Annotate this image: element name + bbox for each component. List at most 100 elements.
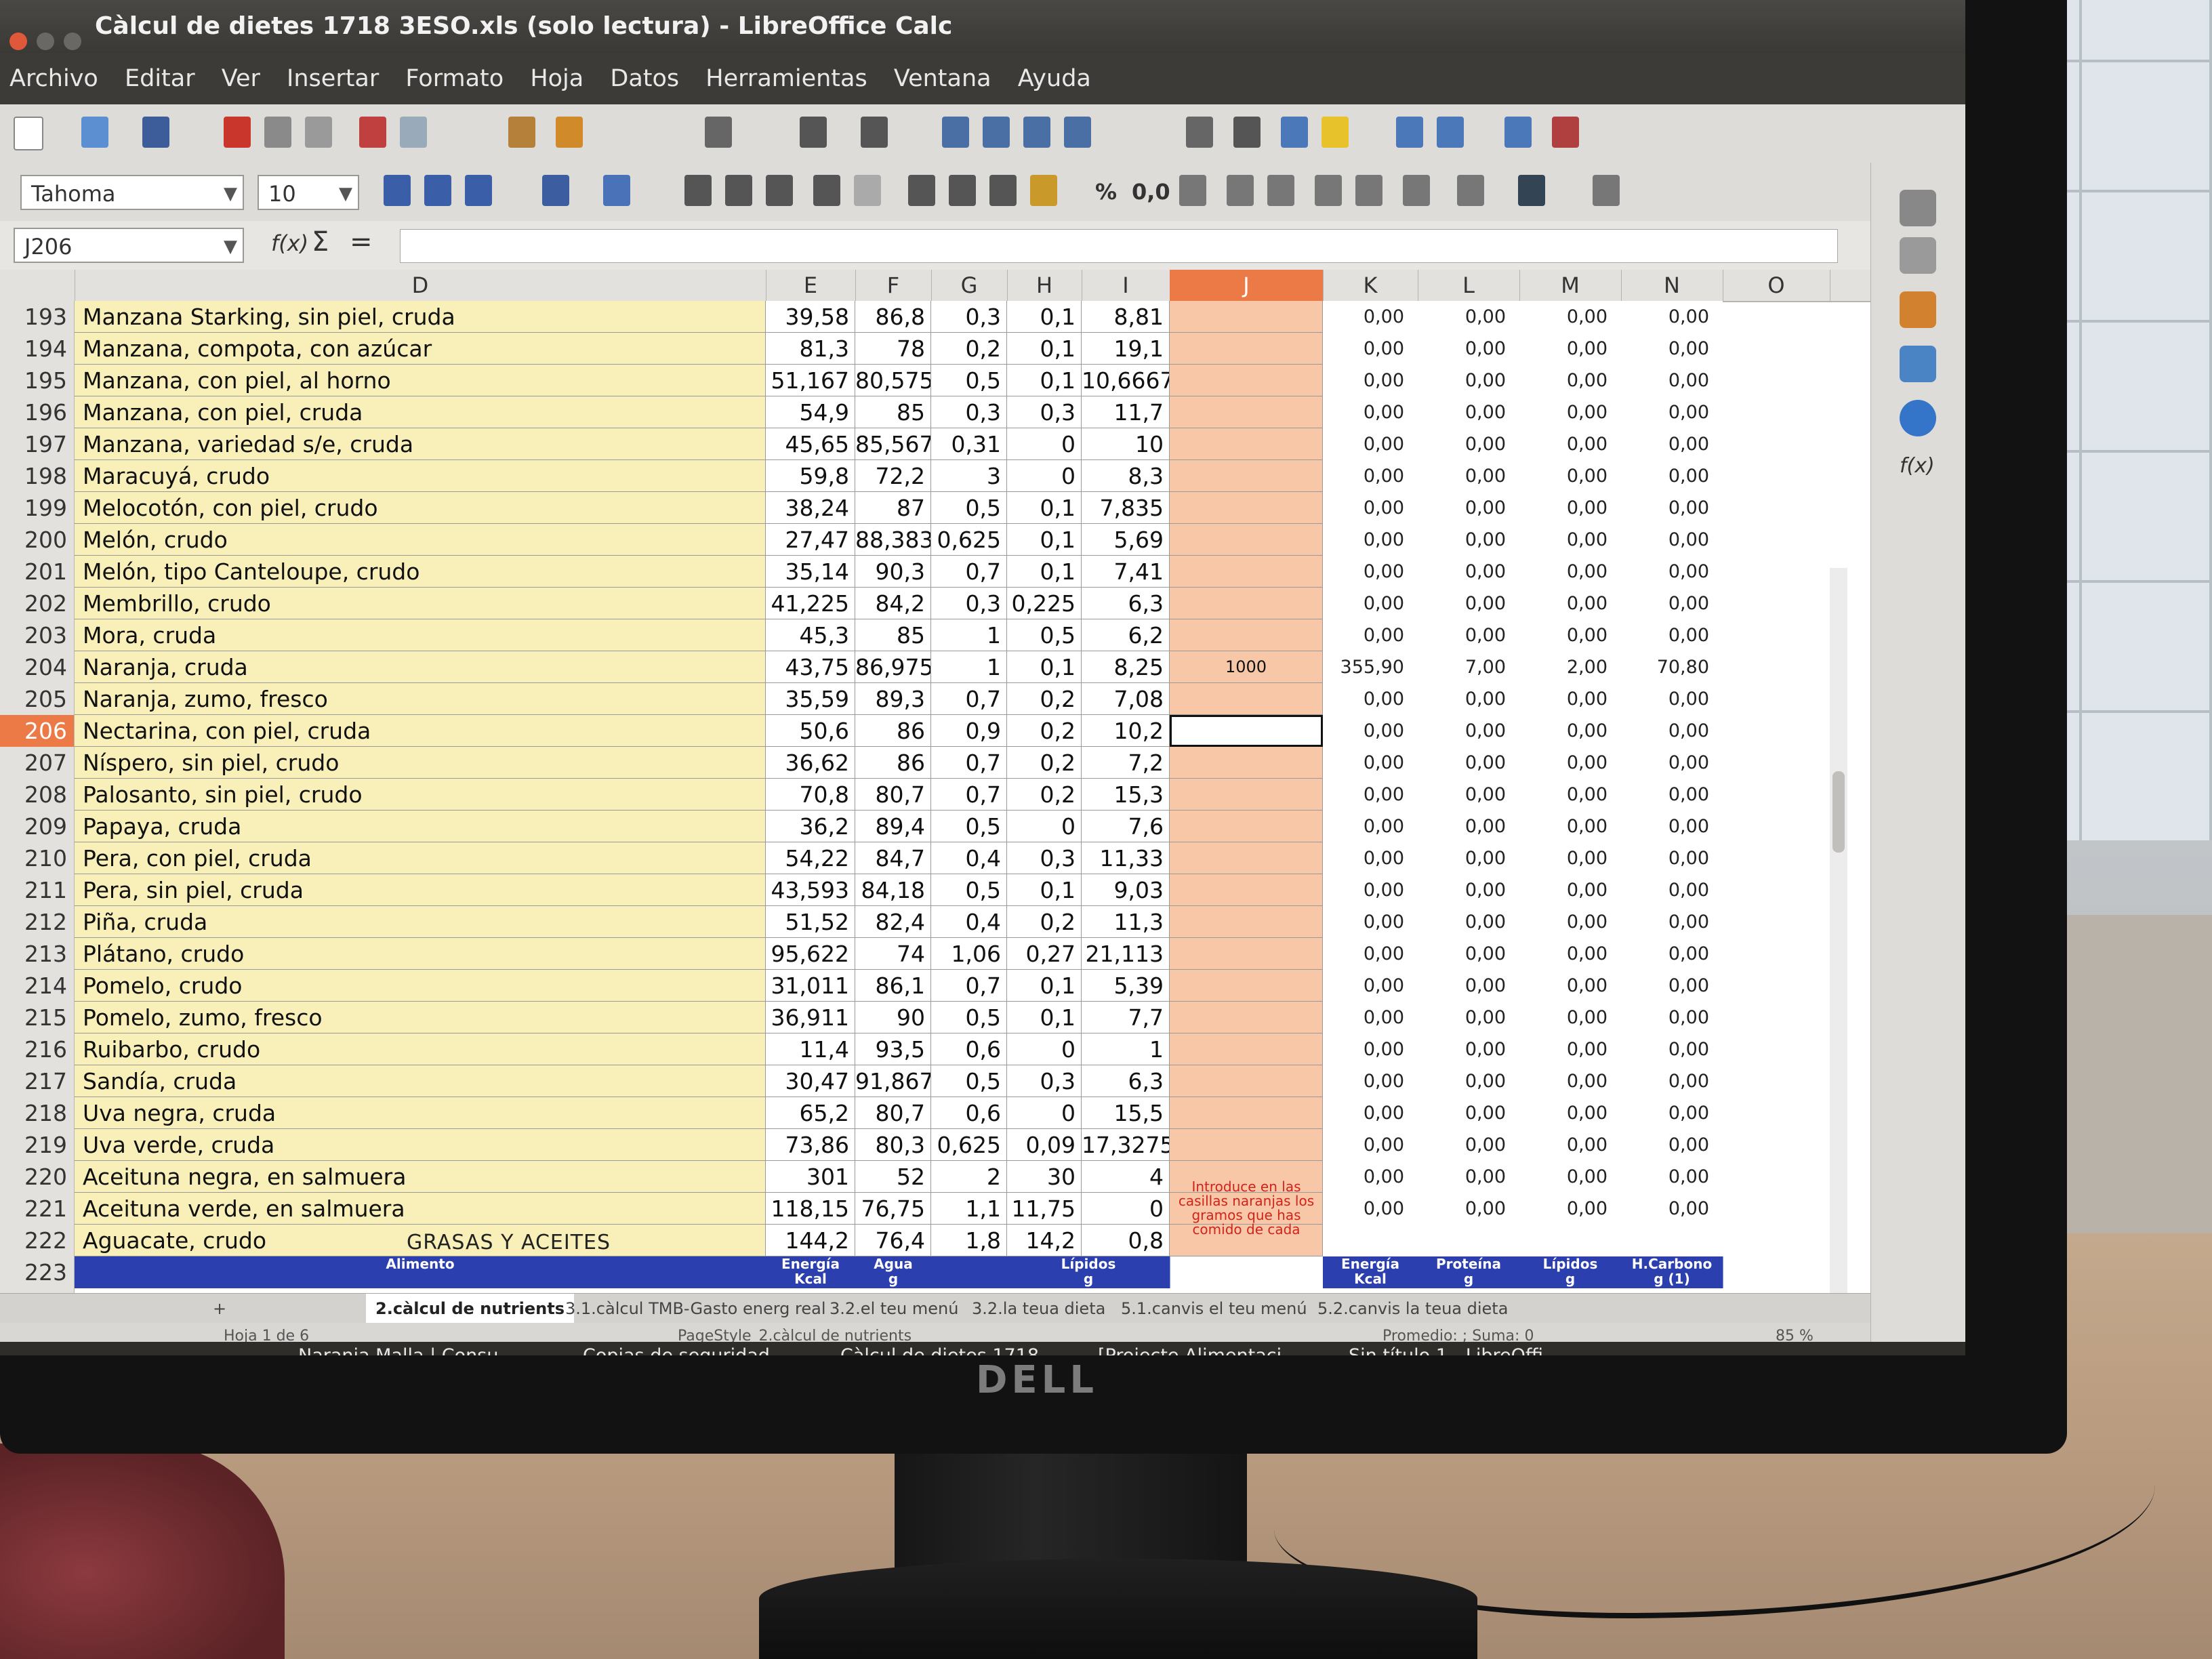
value-cell-i[interactable]: 17,3275 <box>1082 1129 1170 1161</box>
select-all-corner[interactable] <box>0 270 75 301</box>
result-cell-m[interactable]: 0,00 <box>1519 619 1621 651</box>
value-cell-g[interactable]: 1,1 <box>931 1193 1007 1225</box>
value-cell-h[interactable]: 0,1 <box>1007 492 1082 524</box>
row-number[interactable]: 216 <box>0 1033 75 1065</box>
currency-icon[interactable] <box>1030 175 1057 206</box>
column-header-l[interactable]: L <box>1418 270 1520 301</box>
grams-input-cell[interactable] <box>1170 683 1323 715</box>
result-cell-n[interactable]: 0,00 <box>1621 396 1723 428</box>
font-name-combo[interactable]: Tahoma ▼ <box>20 175 244 210</box>
result-cell-m[interactable]: 0,00 <box>1519 747 1621 779</box>
value-cell-i[interactable]: 1 <box>1082 1033 1170 1065</box>
result-cell-l[interactable]: 0,00 <box>1418 874 1519 906</box>
food-name-cell[interactable]: Aceituna verde, en salmuera <box>75 1193 766 1225</box>
menu-ayuda[interactable]: Ayuda <box>1018 53 1091 104</box>
result-cell-l[interactable]: 0,00 <box>1418 524 1519 556</box>
name-box[interactable]: J206 ▼ <box>14 228 244 263</box>
sort-icon[interactable] <box>942 117 969 148</box>
grams-input-cell[interactable] <box>1170 1002 1323 1033</box>
result-cell-m[interactable]: 0,00 <box>1519 492 1621 524</box>
wrap-text-icon[interactable] <box>813 175 840 206</box>
result-cell-m[interactable]: 0,00 <box>1519 428 1621 460</box>
row-number[interactable]: 221 <box>0 1193 75 1225</box>
value-cell-h[interactable]: 0,225 <box>1007 588 1082 619</box>
result-cell-k[interactable]: 0,00 <box>1323 683 1418 715</box>
result-cell-l[interactable]: 0,00 <box>1418 1033 1519 1065</box>
value-cell-f[interactable]: 93,5 <box>855 1033 931 1065</box>
result-cell-l[interactable]: 0,00 <box>1418 747 1519 779</box>
value-cell-g[interactable]: 0,5 <box>931 365 1007 396</box>
value-cell-f[interactable]: 84,2 <box>855 588 931 619</box>
result-cell-n[interactable]: 0,00 <box>1621 1065 1723 1097</box>
column-header-e[interactable]: E <box>766 270 856 301</box>
value-cell-g[interactable]: 0,5 <box>931 1065 1007 1097</box>
result-cell-l[interactable]: 0,00 <box>1418 365 1519 396</box>
freeze-rows-icon[interactable] <box>1396 117 1423 148</box>
food-name-cell[interactable]: Plátano, crudo <box>75 938 766 970</box>
value-cell-f[interactable]: 86 <box>855 715 931 747</box>
result-cell-l[interactable]: 0,00 <box>1418 1065 1519 1097</box>
function-wizard-button[interactable]: f(x) <box>271 230 308 256</box>
value-cell-f[interactable]: 82,4 <box>855 906 931 938</box>
print-icon[interactable] <box>264 117 291 148</box>
value-cell-e[interactable]: 81,3 <box>766 333 855 365</box>
align-left-icon[interactable] <box>684 175 712 206</box>
value-cell-g[interactable]: 0,3 <box>931 396 1007 428</box>
grams-input-cell[interactable] <box>1170 747 1323 779</box>
result-cell-l[interactable]: 0,00 <box>1418 1002 1519 1033</box>
column-header-m[interactable]: M <box>1519 270 1622 301</box>
value-cell-f[interactable]: 86,1 <box>855 970 931 1002</box>
row-number[interactable]: 211 <box>0 874 75 906</box>
food-name-cell[interactable]: Aceituna negra, en salmuera <box>75 1161 766 1193</box>
result-cell-k[interactable]: 0,00 <box>1323 938 1418 970</box>
column-icon[interactable] <box>861 117 888 148</box>
column-header-k[interactable]: K <box>1323 270 1418 301</box>
row-number[interactable]: 194 <box>0 333 75 365</box>
value-cell-f[interactable]: 84,7 <box>855 842 931 874</box>
result-cell-m[interactable]: 0,00 <box>1519 1033 1621 1065</box>
food-name-cell[interactable]: Naranja, zumo, fresco <box>75 683 766 715</box>
value-cell-h[interactable]: 14,2 <box>1007 1225 1082 1256</box>
value-cell-h[interactable]: 0,1 <box>1007 301 1082 333</box>
result-cell-n[interactable]: 0,00 <box>1621 1193 1723 1225</box>
row-number[interactable]: 207 <box>0 747 75 779</box>
value-cell-i[interactable]: 5,69 <box>1082 524 1170 556</box>
value-cell-i[interactable]: 0,8 <box>1082 1225 1170 1256</box>
result-cell-k[interactable]: 0,00 <box>1323 906 1418 938</box>
result-cell-n[interactable]: 0,00 <box>1621 779 1723 811</box>
result-cell-n[interactable]: 0,00 <box>1621 1129 1723 1161</box>
align-bottom-icon[interactable] <box>989 175 1017 206</box>
result-cell-k[interactable]: 0,00 <box>1323 811 1418 842</box>
value-cell-i[interactable]: 15,5 <box>1082 1097 1170 1129</box>
row-number[interactable]: 193 <box>0 301 75 333</box>
value-cell-h[interactable]: 0,3 <box>1007 1065 1082 1097</box>
result-cell-m[interactable]: 0,00 <box>1519 683 1621 715</box>
menu-ver[interactable]: Ver <box>222 53 260 104</box>
value-cell-g[interactable]: 0,31 <box>931 428 1007 460</box>
result-cell-n[interactable]: 0,00 <box>1621 1097 1723 1129</box>
align-middle-icon[interactable] <box>949 175 976 206</box>
food-name-cell[interactable]: Manzana, con piel, cruda <box>75 396 766 428</box>
result-cell-m[interactable]: 0,00 <box>1519 460 1621 492</box>
delete-decimal-icon[interactable] <box>1267 175 1294 206</box>
borders-icon[interactable] <box>1403 175 1430 206</box>
value-cell-i[interactable]: 7,7 <box>1082 1002 1170 1033</box>
food-name-cell[interactable]: Uva negra, cruda <box>75 1097 766 1129</box>
value-cell-i[interactable]: 7,6 <box>1082 811 1170 842</box>
row-number[interactable]: 223 <box>0 1256 75 1288</box>
value-cell-h[interactable]: 0 <box>1007 428 1082 460</box>
result-cell-n[interactable]: 0,00 <box>1621 460 1723 492</box>
result-cell-l[interactable]: 0,00 <box>1418 842 1519 874</box>
food-name-cell[interactable]: Pera, sin piel, cruda <box>75 874 766 906</box>
value-cell-i[interactable]: 7,41 <box>1082 556 1170 588</box>
result-cell-k[interactable]: 0,00 <box>1323 460 1418 492</box>
result-cell-k[interactable]: 0,00 <box>1323 1065 1418 1097</box>
food-name-cell[interactable]: Níspero, sin piel, crudo <box>75 747 766 779</box>
menu-editar[interactable]: Editar <box>125 53 195 104</box>
value-cell-f[interactable]: 84,18 <box>855 874 931 906</box>
grams-input-cell[interactable] <box>1170 906 1323 938</box>
result-cell-k[interactable]: 355,90 <box>1323 651 1418 683</box>
food-name-cell[interactable]: Mora, cruda <box>75 619 766 651</box>
value-cell-i[interactable]: 4 <box>1082 1161 1170 1193</box>
value-cell-g[interactable]: 0,625 <box>931 524 1007 556</box>
